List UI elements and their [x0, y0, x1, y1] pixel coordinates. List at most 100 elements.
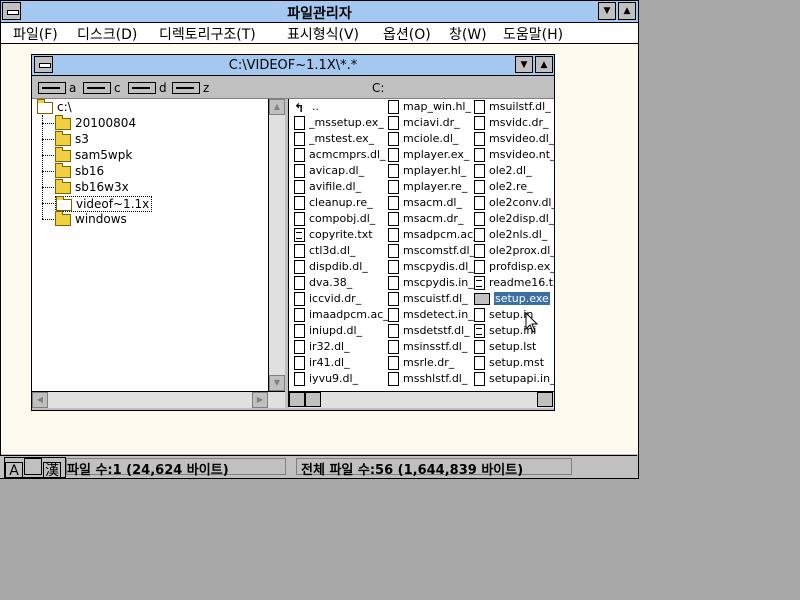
tree-item-root[interactable]: c:\ [37, 99, 72, 114]
tree-item-s3[interactable]: s3 [55, 130, 89, 146]
file-item[interactable]: cleanup.re_ [294, 196, 382, 212]
file-item[interactable]: dva.38_ [294, 276, 382, 292]
tree-item-videof[interactable]: videof~1.1x [55, 195, 153, 212]
scroll-left-arrow-icon[interactable] [289, 392, 305, 407]
file-item[interactable]: setupapi.in_ [474, 372, 554, 388]
file-item[interactable]: msacm.dr_ [388, 212, 476, 228]
menu-view[interactable]: 표시형식(V) [287, 24, 359, 44]
file-list-horizontal-scrollbar[interactable] [289, 391, 554, 408]
file-item[interactable]: ole2conv.dl_ [474, 196, 554, 212]
file-item[interactable]: msshlstf.dl_ [388, 372, 476, 388]
file-item[interactable]: mplayer.re_ [388, 180, 476, 196]
scroll-down-arrow-icon[interactable]: ▼ [269, 375, 285, 391]
file-item[interactable]: readme16.txt [474, 276, 554, 292]
file-item[interactable]: compobj.dl_ [294, 212, 382, 228]
menu-file[interactable]: 파일(F) [13, 24, 58, 44]
current-drive-label: C: [372, 81, 385, 95]
file-item[interactable]: iniupd.dl_ [294, 324, 382, 340]
file-item[interactable]: setup.mst [474, 356, 554, 372]
file-item[interactable]: acmcmprs.dl_ [294, 148, 386, 164]
file-item[interactable]: mciole.dl_ [388, 132, 476, 148]
file-item[interactable]: ir41.dl_ [294, 356, 382, 372]
file-item[interactable]: msinsstf.dl_ [388, 340, 476, 356]
file-item[interactable]: avifile.dl_ [294, 180, 382, 196]
file-item[interactable]: iyvu9.dl_ [294, 372, 382, 388]
directory-minimize-button[interactable]: ▼ [515, 56, 533, 73]
drive-z[interactable]: z [172, 80, 209, 95]
tree-horizontal-scrollbar[interactable]: ◀ ▶ [32, 391, 285, 408]
tree-item-windows[interactable]: windows [55, 210, 127, 226]
file-item[interactable]: msrle.dr_ [388, 356, 476, 372]
file-item[interactable]: setup.in [474, 308, 554, 324]
file-item[interactable]: avicap.dl_ [294, 164, 382, 180]
file-item[interactable]: msvidc.dr_ [474, 116, 554, 132]
file-item[interactable]: ole2disp.dl_ [474, 212, 554, 228]
drive-c[interactable]: c [83, 80, 121, 95]
tree-vertical-scrollbar[interactable]: ▲ ▼ [268, 99, 285, 391]
file-name: msuilstf.dl_ [489, 100, 551, 113]
ime-hanja[interactable]: 漢 [43, 462, 61, 479]
file-name: setup.mst [489, 356, 545, 369]
file-item[interactable]: iccvid.dr_ [294, 292, 382, 308]
file-item[interactable]: mscomstf.dl_ [388, 244, 476, 260]
menu-window[interactable]: 창(W) [449, 24, 487, 44]
file-name: iniupd.dl_ [309, 324, 363, 337]
file-item[interactable]: imaadpcm.ac_ [294, 308, 389, 324]
file-item[interactable]: mplayer.ex_ [388, 148, 476, 164]
file-item[interactable]: map_win.hl_ [388, 100, 476, 116]
menu-tree[interactable]: 디렉토리구조(T) [159, 24, 256, 44]
tree-item-sb16w3x[interactable]: sb16w3x [55, 178, 129, 194]
file-item[interactable]: _mstest.ex_ [294, 132, 382, 148]
file-item[interactable]: ir32.dl_ [294, 340, 382, 356]
tree-item-20100804[interactable]: 20100804 [55, 114, 136, 130]
directory-maximize-button[interactable]: ▲ [535, 56, 553, 73]
file-item[interactable]: mscuistf.dl_ [388, 292, 476, 308]
file-item[interactable]: profdisp.ex_ [474, 260, 554, 276]
ime-width[interactable] [24, 458, 42, 475]
file-item[interactable]: setup.exe [474, 292, 554, 308]
scroll-right-arrow-icon[interactable] [537, 392, 553, 407]
file-item[interactable]: msuilstf.dl_ [474, 100, 554, 116]
directory-window-titlebar[interactable]: C:\VIDEOF~1.1X\*.* ▼ ▲ [32, 55, 554, 76]
app-titlebar[interactable]: 파일관리자 ▼ ▲ [1, 1, 638, 23]
file-item[interactable]: setup.ini [474, 324, 554, 340]
file-icon [388, 340, 399, 354]
tree-item-sam5wpk[interactable]: sam5wpk [55, 146, 132, 162]
tree-item-sb16[interactable]: sb16 [55, 162, 104, 178]
scroll-right-arrow-icon[interactable]: ▶ [252, 392, 268, 408]
scrollbar-thumb[interactable] [305, 392, 321, 407]
file-name: ole2conv.dl_ [489, 196, 554, 209]
drive-a[interactable]: a [38, 80, 77, 95]
file-item[interactable]: msdetstf.dl_ [388, 324, 476, 340]
file-item[interactable]: msacm.dl_ [388, 196, 476, 212]
scroll-left-arrow-icon[interactable]: ◀ [32, 392, 48, 408]
file-item[interactable]: ole2.re_ [474, 180, 554, 196]
file-item[interactable]: mplayer.hl_ [388, 164, 476, 180]
file-item[interactable]: _mssetup.ex_ [294, 116, 384, 132]
file-item[interactable]: ole2.dl_ [474, 164, 554, 180]
file-item[interactable]: ctl3d.dl_ [294, 244, 382, 260]
file-item[interactable]: setup.lst [474, 340, 554, 356]
file-item[interactable]: ↰.. [294, 100, 382, 116]
minimize-button[interactable]: ▼ [598, 2, 616, 20]
ime-indicator[interactable]: A漢 [4, 457, 66, 479]
menu-help[interactable]: 도움말(H) [503, 24, 563, 44]
maximize-button[interactable]: ▲ [618, 2, 636, 20]
file-item[interactable]: msdetect.in_ [388, 308, 476, 324]
file-item[interactable]: mciavi.dr_ [388, 116, 476, 132]
drive-d[interactable]: d [128, 80, 167, 95]
file-item[interactable]: ole2prox.dl_ [474, 244, 554, 260]
file-item[interactable]: msadpcm.ac_ [388, 228, 479, 244]
scroll-up-arrow-icon[interactable]: ▲ [269, 99, 285, 115]
file-item[interactable]: ole2nls.dl_ [474, 228, 554, 244]
file-item[interactable]: msvideo.nt_ [474, 148, 554, 164]
ime-alpha[interactable]: A [5, 462, 23, 479]
file-item[interactable]: mscpydis.dl_ [388, 260, 476, 276]
menu-options[interactable]: 옵션(O) [383, 24, 431, 44]
file-item[interactable]: mscpydis.in_ [388, 276, 476, 292]
file-item[interactable]: dispdib.dl_ [294, 260, 382, 276]
menu-disk[interactable]: 디스크(D) [77, 24, 137, 44]
file-item[interactable]: copyrite.txt [294, 228, 382, 244]
file-item[interactable]: msvideo.dl_ [474, 132, 554, 148]
drive-a-label: a [69, 80, 77, 95]
